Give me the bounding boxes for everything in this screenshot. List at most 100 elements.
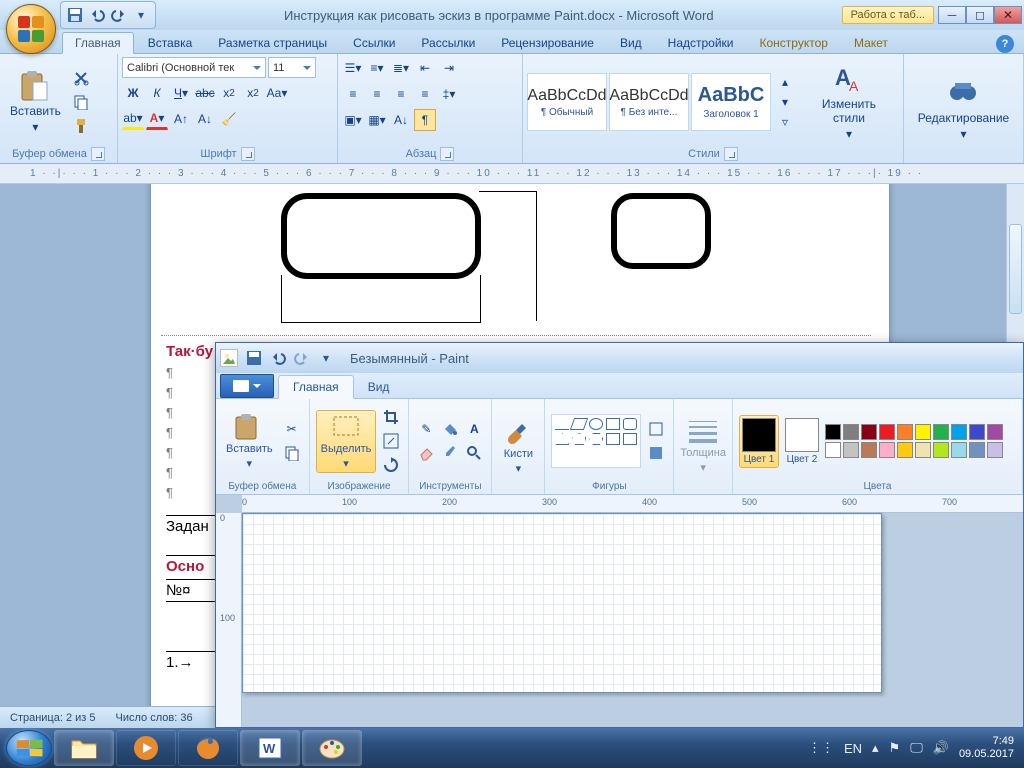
taskbar-word[interactable]: W <box>240 730 300 766</box>
palette-swatch[interactable] <box>915 424 931 440</box>
paint-menu-button[interactable] <box>220 374 274 398</box>
sort-button[interactable]: A↓ <box>390 109 412 131</box>
palette-swatch[interactable] <box>987 442 1003 458</box>
strike-button[interactable]: abc <box>194 82 216 104</box>
paint-rotate-button[interactable] <box>380 454 402 476</box>
shrink-font-button[interactable]: A↓ <box>194 108 216 130</box>
paint-titlebar[interactable]: ▾ Безымянный - Paint <box>216 343 1023 373</box>
palette-swatch[interactable] <box>861 442 877 458</box>
style-heading1[interactable]: AaBbCЗаголовок 1 <box>691 73 771 131</box>
shading-button[interactable]: ▣▾ <box>342 109 364 131</box>
paint-ruler-horizontal[interactable]: 0100200300400500600700 <box>242 495 1023 513</box>
paint-save-icon[interactable] <box>244 348 264 368</box>
paint-cut-button[interactable]: ✂ <box>281 418 303 440</box>
office-button[interactable] <box>6 4 56 54</box>
palette-swatch[interactable] <box>933 442 949 458</box>
indent-button[interactable]: ⇥ <box>438 57 460 79</box>
tab-insert[interactable]: Вставка <box>136 33 205 53</box>
paint-ruler-vertical[interactable]: 0100 <box>216 513 242 727</box>
palette-swatch[interactable] <box>879 424 895 440</box>
pencil-tool[interactable]: ✎ <box>415 418 437 440</box>
find-button[interactable]: Редактирование▾ <box>912 75 1015 143</box>
borders-button[interactable]: ▦▾ <box>366 109 388 131</box>
picker-tool[interactable] <box>439 442 461 464</box>
palette-swatch[interactable] <box>861 424 877 440</box>
bullets-button[interactable]: ☰▾ <box>342 57 364 79</box>
tab-home[interactable]: Главная <box>62 32 134 54</box>
start-button[interactable] <box>6 730 52 766</box>
fill-tool[interactable] <box>439 418 461 440</box>
eraser-tool[interactable] <box>415 442 437 464</box>
palette-swatch[interactable] <box>987 424 1003 440</box>
dedent-button[interactable]: ⇤ <box>414 57 436 79</box>
tab-design[interactable]: Конструктор <box>748 33 840 53</box>
gallery-up-icon[interactable]: ▴ <box>774 73 796 91</box>
tab-tablelayout[interactable]: Макет <box>842 33 900 53</box>
superscript-button[interactable]: x2 <box>242 82 264 104</box>
align-center-button[interactable]: ≡ <box>366 83 388 105</box>
taskbar-paint[interactable] <box>302 730 362 766</box>
maximize-button[interactable]: ◻ <box>966 6 994 24</box>
align-right-button[interactable]: ≡ <box>390 83 412 105</box>
shape-fill-button[interactable] <box>645 442 667 464</box>
font-family-combo[interactable]: Calibri (Основной тек <box>122 57 266 78</box>
highlight-button[interactable]: ab▾ <box>122 108 144 130</box>
taskbar-mediaplayer[interactable] <box>116 730 176 766</box>
taskbar-explorer[interactable] <box>54 730 114 766</box>
palette-swatch[interactable] <box>933 424 949 440</box>
tray-chevron-icon[interactable]: ▴ <box>872 740 879 756</box>
paint-tab-view[interactable]: Вид <box>354 376 404 398</box>
align-left-button[interactable]: ≡ <box>342 83 364 105</box>
paint-tab-home[interactable]: Главная <box>278 375 354 399</box>
save-icon[interactable] <box>67 7 83 23</box>
palette-swatch[interactable] <box>951 424 967 440</box>
tab-review[interactable]: Рецензирование <box>489 33 606 53</box>
tab-mailings[interactable]: Рассылки <box>409 33 487 53</box>
palette-swatch[interactable] <box>951 442 967 458</box>
brushes-button[interactable]: Кисти▾ <box>498 416 538 477</box>
paint-copy-button[interactable] <box>281 442 303 464</box>
launcher-styles[interactable] <box>724 147 738 161</box>
line-spacing-button[interactable]: ‡▾ <box>438 83 460 105</box>
paint-paste-button[interactable]: Вставить▾ <box>222 411 277 472</box>
launcher-font[interactable] <box>241 147 255 161</box>
tray-grip[interactable]: ⋮⋮ <box>808 740 834 756</box>
palette-swatch[interactable] <box>969 442 985 458</box>
bold-button[interactable]: Ж <box>122 82 144 104</box>
change-case-button[interactable]: Aa▾ <box>266 82 288 104</box>
scroll-thumb[interactable] <box>1009 224 1022 314</box>
paint-undo-icon[interactable] <box>268 348 288 368</box>
palette-swatch[interactable] <box>897 424 913 440</box>
zoom-tool[interactable] <box>463 442 485 464</box>
palette-swatch[interactable] <box>897 442 913 458</box>
tab-addins[interactable]: Надстройки <box>656 33 746 53</box>
change-styles-button[interactable]: AA Изменить стили▾ <box>799 61 899 143</box>
multilevel-button[interactable]: ≣▾ <box>390 57 412 79</box>
redo-icon[interactable] <box>111 7 127 23</box>
status-page[interactable]: Страница: 2 из 5 <box>10 712 96 724</box>
flag-icon[interactable]: ⚑ <box>889 740 901 756</box>
format-painter-button[interactable] <box>70 115 92 137</box>
paint-select-button[interactable]: Выделить▾ <box>316 410 377 473</box>
tab-layout[interactable]: Разметка страницы <box>206 33 339 53</box>
context-tab-table[interactable]: Работа с таб... <box>842 6 934 24</box>
paint-resize-button[interactable] <box>380 430 402 452</box>
thickness-button[interactable]: Толщина▾ <box>680 419 726 474</box>
network-icon[interactable]: 🖵 <box>910 740 923 756</box>
numbering-button[interactable]: ≡▾ <box>366 57 388 79</box>
palette-swatch[interactable] <box>825 424 841 440</box>
style-nospacing[interactable]: AaBbCcDd¶ Без инте... <box>609 73 689 131</box>
font-color-button[interactable]: A▾ <box>146 108 168 130</box>
copy-button[interactable] <box>70 91 92 113</box>
ruler-horizontal[interactable]: 1 · ·|· · · 1 · · · 2 · · · 3 · · · 4 · … <box>0 164 1024 184</box>
cut-button[interactable] <box>70 67 92 89</box>
underline-button[interactable]: Ч▾ <box>170 82 192 104</box>
palette-swatch[interactable] <box>969 424 985 440</box>
palette-swatch[interactable] <box>879 442 895 458</box>
palette-swatch[interactable] <box>843 424 859 440</box>
color2-button[interactable]: Цвет 2 <box>783 416 821 467</box>
palette-swatch[interactable] <box>825 442 841 458</box>
paint-crop-button[interactable] <box>380 406 402 428</box>
shape-outline-button[interactable] <box>645 418 667 440</box>
palette-swatch[interactable] <box>915 442 931 458</box>
